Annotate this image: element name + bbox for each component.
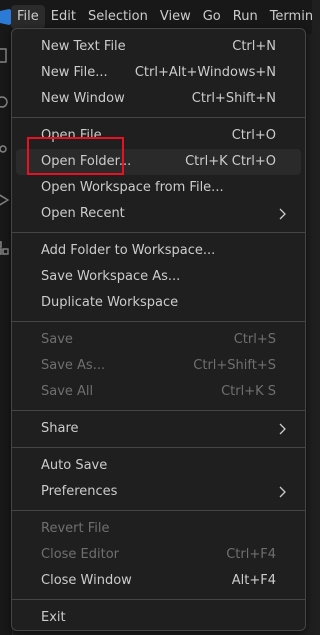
menu-item-label: Preferences	[41, 484, 118, 499]
menu-item-shortcut: Ctrl+K S	[221, 384, 276, 399]
menu-item-shortcut: Ctrl+Alt+Windows+N	[134, 65, 276, 80]
menu-item-label: New File...	[41, 65, 108, 80]
menu-item-new-file[interactable]: New File... Ctrl+Alt+Windows+N	[16, 60, 301, 86]
menu-item-shortcut: Ctrl+N	[232, 39, 276, 54]
chevron-right-icon	[277, 416, 287, 442]
source-control-icon[interactable]	[0, 144, 10, 160]
explorer-icon[interactable]	[0, 48, 10, 64]
menu-item-shortcut: Ctrl+Shift+S	[193, 358, 276, 373]
chevron-right-icon	[277, 201, 287, 227]
menu-item-label: Save All	[41, 384, 94, 399]
menu-edit[interactable]: Edit	[45, 5, 82, 29]
file-menu-dropdown: New Text File Ctrl+N New File... Ctrl+Al…	[11, 28, 306, 631]
menu-separator	[12, 321, 305, 322]
menu-item-add-folder-to-workspace[interactable]: Add Folder to Workspace...	[16, 238, 301, 264]
menu-selection[interactable]: Selection	[82, 5, 154, 29]
menu-item-duplicate-workspace[interactable]: Duplicate Workspace	[16, 290, 301, 316]
chevron-right-icon	[277, 479, 287, 505]
menu-item-open-folder[interactable]: Open Folder... Ctrl+K Ctrl+O	[16, 149, 301, 175]
menu-item-close-window[interactable]: Close Window Alt+F4	[16, 568, 301, 594]
menu-go[interactable]: Go	[197, 5, 227, 29]
menu-item-revert-file: Revert File	[16, 516, 301, 542]
menu-item-save: Save Ctrl+S	[16, 327, 301, 353]
menu-view[interactable]: View	[154, 5, 197, 29]
menu-item-label: Save As...	[41, 358, 106, 373]
menu-item-label: Close Window	[41, 573, 132, 588]
menu-item-open-file[interactable]: Open File... Ctrl+O	[16, 123, 301, 149]
menu-item-label: New Window	[41, 91, 125, 106]
menu-terminal[interactable]: Terminal	[264, 5, 312, 29]
menu-separator	[12, 117, 305, 118]
menu-item-new-text-file[interactable]: New Text File Ctrl+N	[16, 34, 301, 60]
menu-run[interactable]: Run	[227, 5, 264, 29]
menu-item-save-all: Save All Ctrl+K S	[16, 379, 301, 405]
menu-separator	[12, 599, 305, 600]
menu-item-shortcut: Ctrl+F4	[226, 547, 276, 562]
menu-item-shortcut: Ctrl+Shift+N	[191, 91, 276, 106]
menu-item-save-workspace-as[interactable]: Save Workspace As...	[16, 264, 301, 290]
menu-item-label: Add Folder to Workspace...	[41, 243, 216, 258]
menu-item-auto-save[interactable]: Auto Save	[16, 453, 301, 479]
app-logo-icon[interactable]	[0, 0, 11, 34]
menu-item-shortcut: Ctrl+K Ctrl+O	[185, 154, 276, 169]
menu-item-label: Revert File	[41, 521, 110, 536]
menu-item-share[interactable]: Share	[16, 416, 301, 442]
menu-item-open-recent[interactable]: Open Recent	[16, 201, 301, 227]
menu-file[interactable]: File	[11, 5, 45, 29]
menu-item-label: Open Folder...	[41, 154, 132, 169]
menu-item-new-window[interactable]: New Window Ctrl+Shift+N	[16, 86, 301, 112]
menu-item-label: Exit	[41, 610, 66, 625]
menu-item-shortcut: Alt+F4	[231, 573, 276, 588]
menu-item-label: Save Workspace As...	[41, 269, 181, 284]
menu-separator	[12, 232, 305, 233]
menu-item-shortcut: Ctrl+S	[233, 332, 276, 347]
menu-item-exit[interactable]: Exit	[16, 605, 301, 631]
menu-item-close-editor: Close Editor Ctrl+F4	[16, 542, 301, 568]
menu-separator	[12, 447, 305, 448]
menu-item-label: Share	[41, 421, 79, 436]
menu-item-save-as: Save As... Ctrl+Shift+S	[16, 353, 301, 379]
menu-item-open-workspace-from-file[interactable]: Open Workspace from File...	[16, 175, 301, 201]
menu-item-label: Open File...	[41, 128, 115, 143]
search-icon[interactable]	[0, 94, 10, 110]
menu-item-label: Duplicate Workspace	[41, 295, 179, 310]
menu-item-label: Open Workspace from File...	[41, 180, 224, 195]
run-debug-icon[interactable]	[0, 192, 10, 208]
menu-item-label: New Text File	[41, 39, 126, 54]
menu-item-preferences[interactable]: Preferences	[16, 479, 301, 505]
menu-item-shortcut: Ctrl+O	[231, 128, 276, 143]
menu-item-label: Save	[41, 332, 73, 347]
menu-item-label: Open Recent	[41, 206, 125, 221]
menu-item-label: Close Editor	[41, 547, 120, 562]
menu-separator	[12, 410, 305, 411]
menu-separator	[12, 510, 305, 511]
extensions-icon[interactable]	[0, 240, 10, 256]
menu-item-label: Auto Save	[41, 458, 108, 473]
